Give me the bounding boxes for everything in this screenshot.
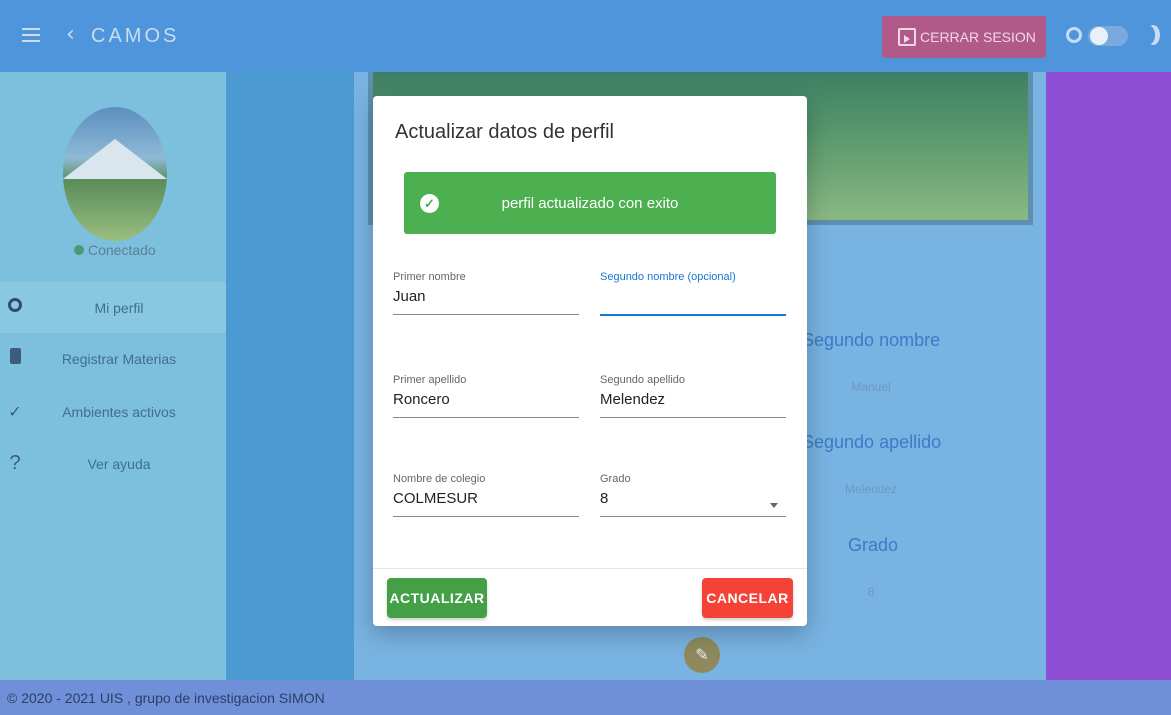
app-title: CAMOS: [91, 25, 180, 47]
chevron-left-icon[interactable]: ‹: [66, 22, 75, 47]
menu-icon[interactable]: [22, 28, 40, 42]
sidebar-item-label: Registrar Materias: [61, 350, 177, 367]
field-value[interactable]: Roncero: [393, 391, 579, 411]
update-button[interactable]: ACTUALIZAR: [387, 578, 487, 618]
edit-profile-button[interactable]: ✎: [684, 637, 720, 673]
connection-status: Conectado: [74, 242, 156, 258]
footer-text: © 2020 - 2021 UIS , grupo de investigaci…: [7, 689, 325, 706]
help-icon: ?: [9, 452, 21, 474]
school-name-field[interactable]: Nombre de colegio COLMESUR: [393, 473, 579, 517]
alert-message: perfil actualizado con exito: [501, 194, 679, 212]
field-value[interactable]: 8: [600, 490, 786, 510]
field-label: Segundo apellido: [600, 374, 686, 386]
content-left-panel: [226, 72, 354, 680]
first-surname-field[interactable]: Primer apellido Roncero: [393, 374, 579, 418]
sidebar-item-label: Ambientes activos: [62, 403, 176, 420]
profile-second-surname-value: Melendez: [844, 482, 898, 496]
update-profile-dialog: Actualizar datos de perfil ✓ perfil actu…: [373, 96, 807, 626]
second-name-field[interactable]: Segundo nombre (opcional): [600, 271, 786, 316]
field-value[interactable]: Juan: [393, 288, 579, 308]
sidebar-item-label: Mi perfil: [94, 299, 144, 316]
footer: © 2020 - 2021 UIS , grupo de investigaci…: [0, 680, 1171, 715]
first-name-field[interactable]: Primer nombre Juan: [393, 271, 579, 315]
logout-button[interactable]: CERRAR SESION: [882, 16, 1046, 58]
dialog-divider: [373, 568, 807, 569]
field-label: Primer apellido: [393, 374, 467, 386]
field-label: Nombre de colegio: [393, 473, 486, 485]
sidebar-item-ambientes-activos[interactable]: ✓ Ambientes activos: [0, 386, 226, 437]
profile-second-name-value: Manuel: [851, 380, 891, 394]
toggle-knob: [1090, 27, 1108, 45]
logout-icon: [898, 28, 916, 46]
status-label: Conectado: [88, 242, 156, 258]
dialog-title: Actualizar datos de perfil: [395, 121, 615, 143]
field-label: Grado: [600, 473, 631, 485]
profile-grade-label: Grado: [848, 535, 899, 555]
sidebar: Conectado Mi perfil Registrar Materias ✓…: [0, 72, 226, 680]
profile-second-name-label: Segundo nombre: [802, 330, 941, 350]
grade-select[interactable]: Grado 8: [600, 473, 786, 517]
field-label: Segundo nombre (opcional): [600, 271, 736, 283]
check-icon: ✓: [8, 403, 22, 421]
pencil-icon: ✎: [695, 647, 709, 664]
success-alert: ✓ perfil actualizado con exito: [404, 172, 776, 234]
second-surname-field[interactable]: Segundo apellido Melendez: [600, 374, 786, 418]
status-dot-icon: [74, 245, 84, 255]
avatar: [63, 107, 167, 241]
theme-toggle[interactable]: [1088, 26, 1128, 46]
moon-icon: [1141, 25, 1155, 45]
app-bar: ‹ CAMOS CERRAR SESION: [0, 0, 1171, 72]
sun-icon: [1066, 27, 1082, 43]
sidebar-item-ver-ayuda[interactable]: ? Ver ayuda: [0, 438, 226, 489]
sidebar-item-registrar-materias[interactable]: Registrar Materias: [0, 333, 226, 384]
check-circle-icon: ✓: [420, 193, 439, 213]
dropdown-arrow-icon[interactable]: [770, 503, 778, 508]
field-value[interactable]: COLMESUR: [393, 490, 579, 510]
book-icon: [6, 348, 24, 369]
person-icon: [6, 298, 24, 317]
field-value[interactable]: Melendez: [600, 391, 786, 411]
logout-label: CERRAR SESION: [920, 29, 1036, 45]
sidebar-item-mi-perfil[interactable]: Mi perfil: [0, 282, 226, 333]
sidebar-item-label: Ver ayuda: [87, 455, 151, 472]
profile-second-surname-label: Segundo apellido: [802, 432, 942, 452]
cancel-button[interactable]: CANCELAR: [702, 578, 793, 618]
content-right-panel: [1046, 72, 1171, 680]
profile-grade-value: 8: [867, 585, 875, 599]
field-label: Primer nombre: [393, 271, 466, 283]
field-value[interactable]: [600, 288, 786, 308]
